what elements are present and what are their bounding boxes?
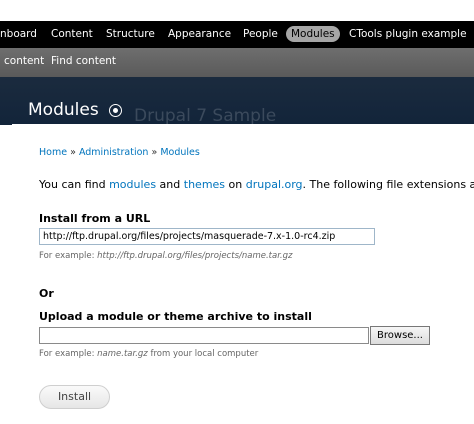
toolbar-item-modules[interactable]: Modules xyxy=(286,26,340,42)
breadcrumb-modules[interactable]: Modules xyxy=(160,147,200,158)
admin-toolbar: nboard Content Structure Appearance Peop… xyxy=(0,21,474,48)
page-title: Modules xyxy=(28,100,99,120)
shortcut-find-content[interactable]: Find content xyxy=(51,55,116,67)
shortcuts-bar: content Find content xyxy=(0,48,474,77)
install-url-label: Install from a URL xyxy=(39,212,151,225)
breadcrumb-home[interactable]: Home xyxy=(39,147,67,158)
page-header: Modules Drupal 7 Sample xyxy=(0,77,474,126)
top-strip xyxy=(0,0,474,21)
intro-part1: You can find xyxy=(39,178,110,191)
intro-part2: and xyxy=(156,178,184,191)
breadcrumb-separator: » xyxy=(70,147,76,158)
add-shortcut-icon[interactable] xyxy=(109,104,122,117)
toolbar-item-appearance[interactable]: Appearance xyxy=(168,26,231,43)
themes-link[interactable]: themes xyxy=(184,178,225,191)
upload-desc-suffix: from your local computer xyxy=(147,349,259,359)
upload-label: Upload a module or theme archive to inst… xyxy=(39,310,312,323)
install-url-input[interactable]: http://ftp.drupal.org/files/projects/mas… xyxy=(39,228,375,245)
toolbar-item-content[interactable]: Content xyxy=(51,26,93,43)
drupal-org-link[interactable]: drupal.org xyxy=(246,178,303,191)
or-separator: Or xyxy=(39,287,54,300)
install-button[interactable]: Install xyxy=(39,385,110,409)
upload-description: For example: name.tar.gz from your local… xyxy=(39,349,258,359)
intro-text: You can find modules and themes on drupa… xyxy=(39,178,474,191)
toolbar-item-people[interactable]: People xyxy=(243,26,278,43)
browse-button[interactable]: Browse... xyxy=(370,326,430,345)
upload-desc-prefix: For example: xyxy=(39,349,98,359)
upload-file-input[interactable] xyxy=(39,327,369,344)
shortcut-add-content[interactable]: content xyxy=(4,55,44,67)
breadcrumb-separator: » xyxy=(151,147,158,158)
toolbar-item-structure[interactable]: Structure xyxy=(106,26,155,43)
site-name: Drupal 7 Sample xyxy=(134,106,277,126)
upload-desc-example: name.tar.gz xyxy=(97,349,148,359)
modules-link[interactable]: modules xyxy=(109,178,156,191)
intro-part4: . The following file extensions ar xyxy=(302,178,474,191)
toolbar-item-dashboard[interactable]: nboard xyxy=(0,26,37,43)
breadcrumb-administration[interactable]: Administration xyxy=(79,147,149,158)
toolbar-item-ctools-plugin-example[interactable]: CTools plugin example xyxy=(349,26,467,43)
install-url-desc-prefix: For example: xyxy=(39,251,98,261)
content-panel xyxy=(12,124,474,424)
breadcrumb: Home » Administration » Modules xyxy=(39,147,200,158)
install-url-desc-example: http://ftp.drupal.org/files/projects/nam… xyxy=(97,251,293,261)
intro-part3: on xyxy=(225,178,246,191)
install-url-description: For example: http://ftp.drupal.org/files… xyxy=(39,251,292,261)
